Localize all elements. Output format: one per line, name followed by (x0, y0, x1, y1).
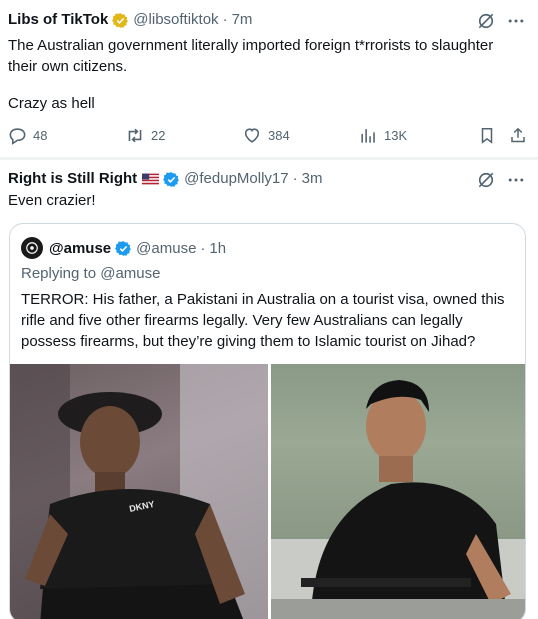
top-actions (476, 11, 526, 31)
separator-dot: · (222, 11, 228, 28)
tweet-header: Libs of TikTok @libsoftiktok · 7m (8, 10, 528, 30)
heart-icon (244, 128, 260, 143)
quote-header: @amuse @amuse · 1h (21, 237, 226, 259)
views-icon (361, 129, 375, 143)
quote-timestamp[interactable]: 1h (209, 240, 226, 257)
bookmark-button[interactable] (478, 126, 502, 145)
blue-verified-badge-icon (115, 240, 132, 256)
author-name[interactable]: Libs of TikTok (8, 10, 108, 30)
repost-icon (128, 128, 142, 143)
reply-button[interactable]: 48 (8, 126, 47, 145)
gold-verified-badge-icon (112, 12, 129, 28)
more-icon[interactable] (506, 11, 526, 31)
bookmark-icon (481, 128, 493, 144)
photo-left[interactable]: DKNY (10, 364, 268, 619)
man-with-rifle-image (271, 380, 525, 619)
quoted-tweet[interactable]: @amuse @amuse · 1h Replying to @amuse TE… (9, 223, 526, 619)
like-button[interactable]: 384 (242, 126, 290, 145)
timestamp[interactable]: 3m (302, 169, 323, 189)
share-button[interactable] (509, 126, 533, 145)
tweet-header: Right is Still Right @fedupMolly17 · 3m (8, 169, 528, 189)
like-count: 384 (268, 128, 290, 143)
quote-media[interactable]: DKNY (10, 364, 525, 619)
more-icon[interactable] (506, 170, 526, 190)
view-count: 13K (384, 128, 408, 143)
tweet-text: The Australian government literally impo… (8, 37, 494, 75)
tweet-text-line2: Crazy as hell (8, 95, 95, 112)
separator-dot: · (200, 239, 206, 257)
quote-author-name[interactable]: @amuse (49, 240, 111, 257)
views-button[interactable]: 13K (359, 126, 407, 145)
grok-icon[interactable] (476, 170, 496, 190)
separator-dot: · (292, 170, 298, 187)
tweet-actions: 48 22 384 13K (8, 126, 530, 148)
reply-icon (9, 128, 26, 145)
author-name[interactable]: Right is Still Right (8, 169, 137, 189)
grok-icon[interactable] (476, 11, 496, 31)
quote-author-handle[interactable]: @amuse (136, 240, 196, 257)
avatar-logo-icon (26, 242, 38, 254)
author-handle[interactable]: @libsoftiktok (133, 10, 218, 30)
author-handle[interactable]: @fedupMolly17 (184, 169, 288, 189)
repost-button[interactable]: 22 (125, 126, 165, 145)
photo-right[interactable] (271, 364, 525, 619)
timestamp[interactable]: 7m (232, 10, 253, 30)
replying-to[interactable]: Replying to @amuse (21, 265, 160, 282)
top-actions (476, 170, 526, 190)
reply-count: 48 (33, 128, 48, 143)
us-flag-icon (142, 173, 160, 185)
avatar[interactable] (21, 237, 43, 259)
blue-verified-badge-icon (163, 171, 180, 187)
quote-text: TERROR: His father, a Pakistani in Austr… (21, 291, 505, 350)
tweet-libsoftiktok[interactable]: Libs of TikTok @libsoftiktok · 7m The Au… (0, 0, 538, 157)
repost-count: 22 (151, 128, 166, 143)
share-icon (511, 127, 525, 143)
tweet-text: Even crazier! (8, 192, 96, 209)
man-in-bucket-hat-image: DKNY (10, 364, 268, 619)
